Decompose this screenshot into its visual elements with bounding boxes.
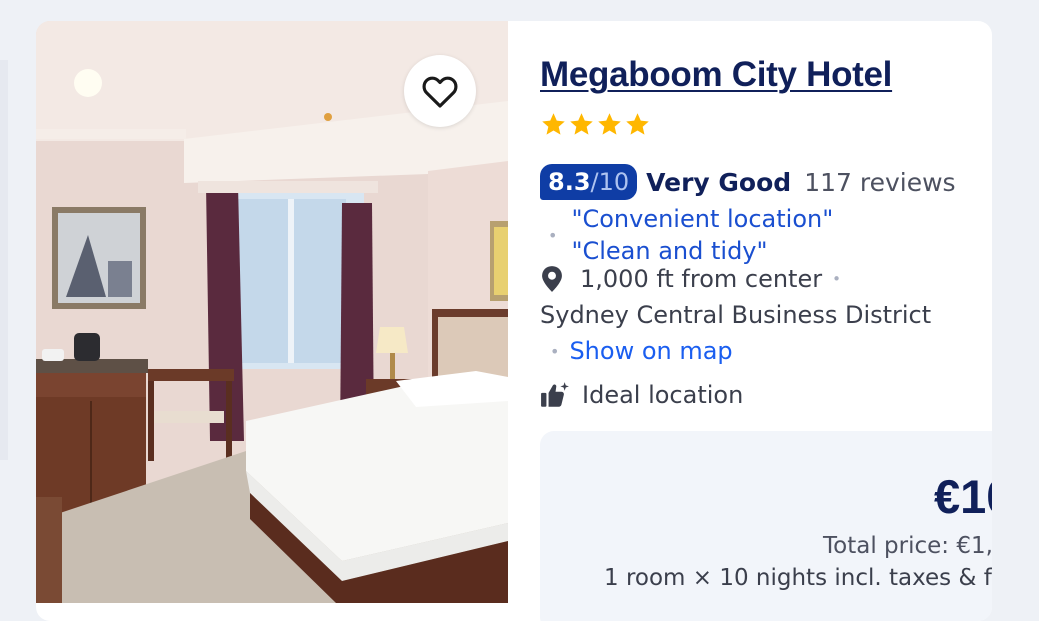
hotel-info: Megaboom City Hotel 8.3/10 Very Good 117…: [540, 21, 992, 621]
hotel-card[interactable]: Megaboom City Hotel 8.3/10 Very Good 117…: [36, 21, 992, 621]
star-icon: [570, 113, 593, 135]
distance-row: 1,000 ft from center •: [540, 265, 841, 293]
review-quotes: • "Convenient location" "Clean and tidy": [548, 203, 833, 267]
distance-text: 1,000 ft from center: [580, 265, 823, 293]
star-rating: [540, 111, 651, 138]
favorite-button[interactable]: [404, 55, 476, 127]
review-quote: "Clean and tidy": [571, 237, 768, 265]
rating-score: 8.3: [548, 168, 591, 196]
price-panel: [540, 431, 992, 621]
score-badge: 8.3/10: [540, 164, 638, 200]
hotel-photo[interactable]: [36, 21, 508, 603]
highlight-text: Ideal location: [582, 381, 744, 409]
bullet-separator: •: [548, 225, 558, 245]
bullet-separator: •: [832, 270, 841, 288]
heart-outline-icon: [422, 76, 458, 108]
total-price: Total price: €1,193: [823, 533, 992, 559]
rating-label: Very Good: [646, 167, 792, 197]
background-sidebar-edge: [0, 60, 8, 460]
star-icon: [626, 113, 649, 135]
bullet-separator: •: [550, 341, 560, 361]
rating-scale: /10: [590, 168, 630, 196]
price-details: 1 room × 10 nights incl. taxes & fees: [604, 565, 992, 591]
star-icon: [598, 113, 621, 135]
hotel-name-link[interactable]: Megaboom City Hotel: [540, 55, 892, 95]
map-row: • Show on map: [550, 337, 733, 365]
review-quote: "Convenient location": [571, 205, 834, 233]
district-text: Sydney Central Business District: [540, 301, 932, 329]
thumbs-up-sparkle-icon: [541, 382, 569, 407]
nightly-price: €109: [934, 470, 992, 523]
star-icon: [542, 113, 565, 135]
rating-row[interactable]: 8.3/10 Very Good 117 reviews: [540, 164, 956, 200]
map-pin-icon: [542, 266, 562, 292]
show-on-map-link[interactable]: Show on map: [569, 337, 732, 365]
ideal-location-row: Ideal location: [540, 381, 743, 409]
review-count: 117 reviews: [804, 167, 956, 197]
